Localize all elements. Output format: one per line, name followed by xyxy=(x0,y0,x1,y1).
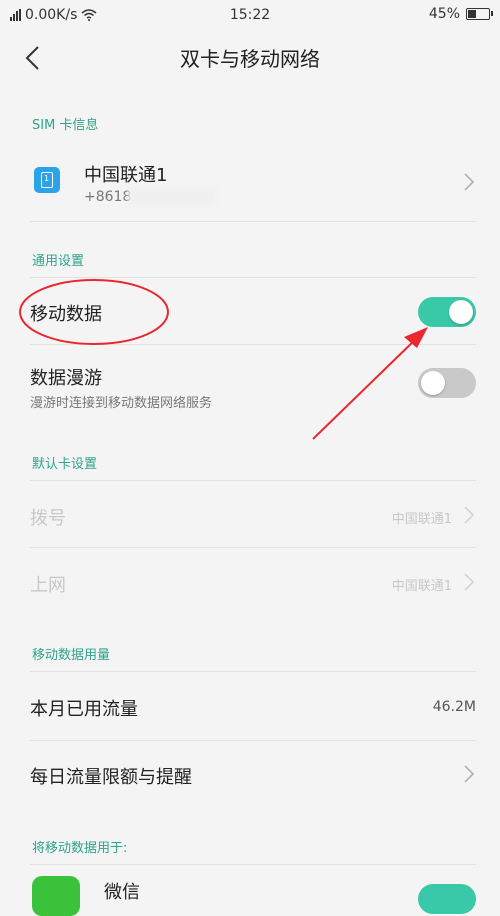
mobile-data-label: 移动数据 xyxy=(30,304,102,325)
battery-percent: 45% xyxy=(428,6,460,22)
monthly-usage-label: 本月已用流量 xyxy=(30,699,138,720)
section-header-default: 默认卡设置 xyxy=(32,457,98,472)
toggle-knob xyxy=(449,300,473,324)
number-blur xyxy=(128,188,216,206)
daily-limit-label: 每日流量限额与提醒 xyxy=(30,767,192,788)
sim-card-icon: 1 xyxy=(34,167,60,193)
chevron-right-icon xyxy=(464,173,475,191)
roaming-subtitle: 漫游时连接到移动数据网络服务 xyxy=(30,396,213,411)
dial-label: 拨号 xyxy=(30,508,66,529)
status-bar: 0.00K/s 15:22 45% xyxy=(0,0,500,32)
section-header-sim: SIM 卡信息 xyxy=(32,118,99,133)
roaming-label: 数据漫游 xyxy=(30,368,102,389)
divider xyxy=(30,221,476,222)
back-button[interactable] xyxy=(16,40,52,76)
app-label: 微信 xyxy=(104,882,140,903)
section-header-apps: 将移动数据用于: xyxy=(32,841,128,856)
sim-name: 中国联通1 xyxy=(84,165,168,186)
sim-card-row[interactable] xyxy=(0,142,500,222)
wechat-app-icon xyxy=(32,876,80,916)
nav-bar: 双卡与移动网络 xyxy=(0,32,500,84)
monthly-usage-value: 46.2M xyxy=(432,699,476,715)
chevron-left-icon xyxy=(25,46,39,70)
status-time: 15:22 xyxy=(229,7,271,23)
status-right: 45% xyxy=(428,6,493,22)
internet-value: 中国联通1 xyxy=(391,579,452,594)
dial-value: 中国联通1 xyxy=(391,512,452,527)
internet-label: 上网 xyxy=(30,575,66,596)
roaming-toggle[interactable] xyxy=(418,368,476,398)
chevron-right-icon xyxy=(464,506,475,524)
toggle-knob xyxy=(421,371,445,395)
mobile-data-toggle[interactable] xyxy=(418,297,476,327)
section-header-general: 通用设置 xyxy=(32,254,85,269)
section-header-usage: 移动数据用量 xyxy=(32,648,111,663)
wechat-data-toggle[interactable] xyxy=(418,884,476,914)
sim-number: +8618 xyxy=(84,189,132,205)
page-title: 双卡与移动网络 xyxy=(180,47,320,71)
chevron-right-icon xyxy=(464,573,475,591)
battery-icon xyxy=(466,8,493,20)
chevron-right-icon xyxy=(464,765,475,783)
